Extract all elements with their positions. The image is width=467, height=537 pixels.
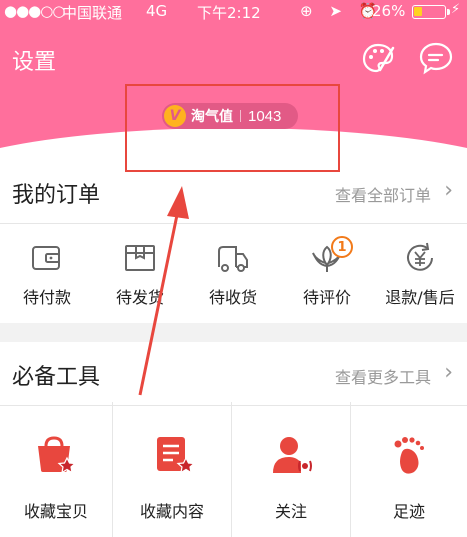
order-pending-review[interactable]: 1 待评价 bbox=[280, 224, 374, 323]
review-count-badge: 1 bbox=[331, 236, 353, 258]
orders-section: 我的订单 查看全部订单 › 待付款 待发货 待收货 1 待评价 退款/售后 bbox=[0, 160, 467, 323]
carrier-name: 中国联通 bbox=[62, 4, 123, 22]
annotation-highlight-box bbox=[125, 84, 340, 172]
charging-icon: ⚡ bbox=[451, 2, 461, 17]
tools-grid: 收藏宝贝 收藏内容 关注 足迹 bbox=[0, 402, 467, 537]
tool-favorite-content[interactable]: 收藏内容 bbox=[113, 402, 232, 537]
order-label: 待收货 bbox=[208, 288, 257, 307]
battery-percent: 26% bbox=[372, 2, 406, 20]
chat-bubble-icon[interactable] bbox=[418, 40, 454, 76]
tool-favorite-items[interactable]: 收藏宝贝 bbox=[0, 402, 113, 537]
status-icons: ⊕ ➤ ⏰ bbox=[300, 2, 384, 20]
clock: 下午2:12 bbox=[197, 4, 261, 22]
order-pending-payment[interactable]: 待付款 bbox=[0, 224, 94, 323]
tools-header: 必备工具 查看更多工具 › bbox=[0, 342, 467, 406]
favorite-content-icon bbox=[157, 437, 196, 474]
view-all-orders-link[interactable]: 查看全部订单 bbox=[335, 182, 431, 206]
truck-icon bbox=[218, 246, 248, 272]
tools-title: 必备工具 bbox=[12, 365, 101, 390]
tool-follow[interactable]: 关注 bbox=[232, 402, 351, 537]
order-label: 退款/售后 bbox=[385, 288, 455, 307]
follow-person-icon bbox=[273, 437, 312, 473]
palette-icon[interactable] bbox=[360, 40, 396, 76]
tool-label: 关注 bbox=[274, 502, 307, 521]
wallet-icon bbox=[32, 246, 60, 270]
settings-button[interactable]: 设置 bbox=[12, 44, 56, 76]
tools-section: 必备工具 查看更多工具 › 收藏宝贝 收藏内容 关注 足迹 bbox=[0, 342, 467, 537]
tool-label: 收藏宝贝 bbox=[23, 502, 88, 521]
footprint-icon bbox=[394, 437, 424, 474]
box-icon bbox=[125, 245, 155, 271]
tool-label: 足迹 bbox=[392, 502, 425, 521]
network-type: 4G bbox=[146, 2, 168, 20]
order-status-grid: 待付款 待发货 待收货 1 待评价 退款/售后 bbox=[0, 224, 467, 323]
order-pending-receipt[interactable]: 待收货 bbox=[186, 224, 280, 323]
view-more-tools-link[interactable]: 查看更多工具 bbox=[335, 364, 431, 388]
chevron-right-icon[interactable]: › bbox=[444, 178, 453, 203]
order-label: 待评价 bbox=[302, 288, 351, 307]
order-label: 待发货 bbox=[115, 288, 164, 307]
tool-footprint[interactable]: 足迹 bbox=[351, 402, 467, 537]
refund-icon bbox=[407, 242, 433, 271]
favorite-bag-icon bbox=[38, 436, 77, 474]
chevron-right-icon[interactable]: › bbox=[444, 360, 453, 385]
order-refund-aftersales[interactable]: 退款/售后 bbox=[373, 224, 467, 323]
tool-label: 收藏内容 bbox=[139, 502, 204, 521]
battery-icon bbox=[412, 5, 450, 19]
order-label: 待付款 bbox=[22, 288, 71, 307]
order-pending-shipment[interactable]: 待发货 bbox=[93, 224, 187, 323]
orders-title: 我的订单 bbox=[12, 183, 101, 208]
signal-strength: ●●●○○ bbox=[4, 2, 65, 20]
status-bar: ●●●○○ 中国联通 4G 下午2:12 ⊕ ➤ ⏰ 26% ⚡ bbox=[0, 0, 467, 24]
